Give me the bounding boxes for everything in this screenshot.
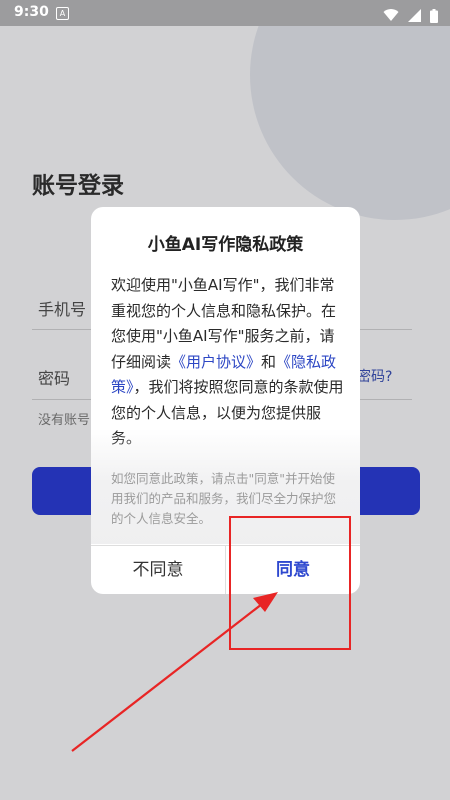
app-screen: 9:30 A 账号登录 手机号 密码 密码? 没有账号 小鱼AI写作隐私政策 欢… bbox=[0, 0, 450, 800]
annotation-arrow-icon bbox=[71, 592, 278, 752]
